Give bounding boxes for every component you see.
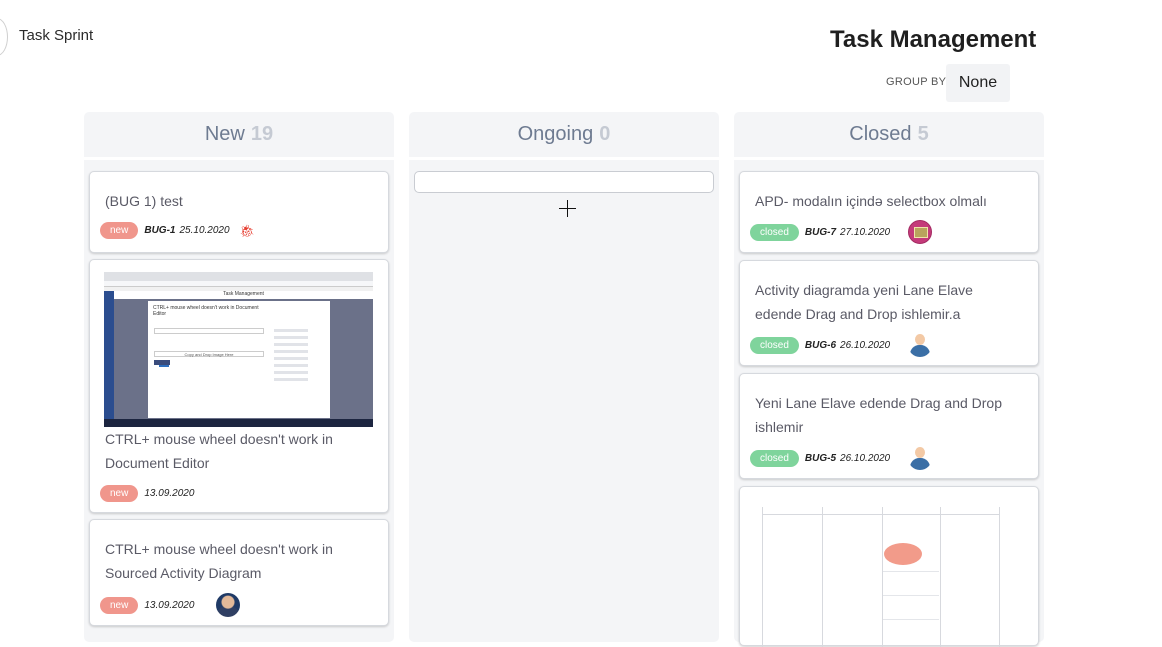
column-title: Closed — [849, 123, 912, 145]
task-card[interactable]: Activity diagramda yeni Lane Elave edend… — [739, 260, 1039, 366]
card-title: CTRL+ mouse wheel doesn't work in Docume… — [105, 431, 333, 471]
bug-id: BUG-1 — [144, 225, 176, 236]
task-card[interactable]: CTRL+ mouse wheel doesn't work in Source… — [89, 519, 389, 626]
card-meta: closed BUG-5 26.10.2020 — [750, 446, 932, 470]
photo-avatar — [216, 593, 241, 617]
group-by-select[interactable]: None — [946, 64, 1010, 102]
column-header-ongoing: Ongoing 0 — [409, 112, 719, 160]
page-title: Task Management — [830, 26, 1037, 53]
user-avatar — [908, 333, 932, 357]
back-button[interactable] — [0, 18, 8, 56]
column-ongoing: Ongoing 0 — [409, 112, 719, 642]
user-avatar — [908, 446, 932, 470]
status-badge: new — [100, 222, 139, 239]
column-count: 5 — [917, 123, 929, 145]
card-title: CTRL+ mouse wheel doesn't work in Source… — [105, 541, 333, 581]
crosshair-cursor-icon — [559, 200, 576, 217]
column-count: 19 — [250, 123, 274, 145]
thumbnail-dropzone: Copy and Drop Image Here — [154, 351, 264, 357]
drop-placeholder[interactable] — [414, 171, 714, 193]
card-title: Yeni Lane Elave edende Drag and Drop ish… — [755, 395, 1003, 435]
bug-id: BUG-5 — [804, 452, 837, 464]
card-date: 13.09.2020 — [144, 599, 195, 611]
card-date: 26.10.2020 — [840, 339, 891, 351]
column-header-closed: Closed 5 — [734, 112, 1044, 160]
card-date: 25.10.2020 — [179, 225, 230, 236]
task-card[interactable]: (BUG 1) test new BUG-1 25.10.2020 🐞︎ — [89, 171, 389, 253]
card-meta: closed BUG-6 26.10.2020 — [750, 333, 932, 357]
app-title[interactable]: Task Sprint — [19, 27, 93, 44]
card-thumbnail: Task Management CTRL+ mouse wheel doesn'… — [104, 272, 373, 427]
column-new: New 19 (BUG 1) test new BUG-1 25.10.2020… — [84, 112, 394, 642]
card-date: 26.10.2020 — [840, 452, 891, 464]
bug-id: BUG-7 — [804, 226, 837, 238]
status-badge: new — [100, 485, 139, 502]
task-card[interactable]: APD- modalın içində selectbox olmalı clo… — [739, 171, 1039, 253]
diagram-node — [884, 543, 922, 565]
card-title: (BUG 1) test — [105, 193, 183, 209]
thumbnail-modal-title: CTRL+ mouse wheel doesn't work in Docume… — [153, 305, 259, 317]
card-meta: closed BUG-7 27.10.2020 — [750, 220, 933, 244]
pink-avatar — [908, 220, 933, 244]
status-badge: closed — [750, 449, 799, 467]
card-meta: new 13.09.2020 — [100, 485, 194, 502]
bug-id: BUG-6 — [804, 339, 837, 351]
column-count: 0 — [599, 123, 611, 145]
card-meta: new BUG-1 25.10.2020 🐞︎ — [100, 222, 255, 239]
card-date: 13.09.2020 — [144, 488, 195, 499]
card-title: Activity diagramda yeni Lane Elave edend… — [755, 282, 973, 322]
column-closed: Closed 5 APD- modalın içində selectbox o… — [734, 112, 1044, 647]
task-card[interactable]: Task Management CTRL+ mouse wheel doesn'… — [89, 259, 389, 513]
card-meta: new 13.09.2020 — [100, 593, 241, 617]
column-header-new: New 19 — [84, 112, 394, 160]
column-title: New — [204, 123, 245, 145]
status-badge: new — [100, 596, 139, 614]
card-date: 27.10.2020 — [840, 226, 891, 238]
task-card[interactable] — [739, 486, 1039, 647]
status-badge: closed — [750, 336, 799, 354]
thumbnail-app-header: Task Management — [114, 291, 373, 299]
group-by-label: GROUP BY — [886, 76, 947, 88]
card-thumbnail — [762, 507, 1002, 647]
column-title: Ongoing — [517, 123, 594, 145]
card-title: APD- modalın içində selectbox olmalı — [755, 193, 987, 209]
bug-icon: 🐞︎ — [239, 223, 255, 238]
task-card[interactable]: Yeni Lane Elave edende Drag and Drop ish… — [739, 373, 1039, 479]
status-badge: closed — [750, 223, 799, 241]
